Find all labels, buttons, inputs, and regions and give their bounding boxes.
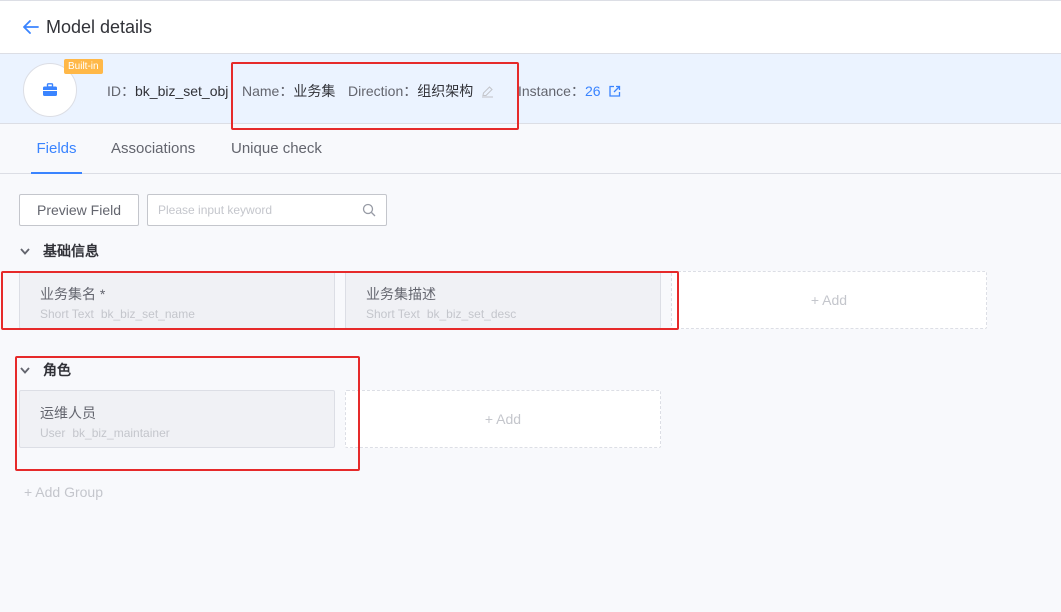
external-link-icon[interactable] xyxy=(608,85,621,101)
field-type: Short Text xyxy=(40,307,94,321)
id-value: bk_biz_set_obj xyxy=(135,83,229,99)
field-meta: Short Text bk_biz_set_name xyxy=(40,307,334,321)
tab-associations[interactable]: Associations xyxy=(111,124,195,174)
add-field-button[interactable]: + Add xyxy=(671,271,987,329)
tab-fields[interactable]: Fields xyxy=(31,124,82,174)
page-title: Model details xyxy=(46,16,153,37)
model-name-info: Name：业务集 xyxy=(242,81,335,101)
name-value: 业务集 xyxy=(293,83,336,99)
back-arrow-icon[interactable] xyxy=(22,18,40,36)
preview-field-button[interactable]: Preview Field xyxy=(19,194,139,226)
tab-unique-check[interactable]: Unique check xyxy=(231,124,322,174)
field-id: bk_biz_maintainer xyxy=(72,426,170,440)
field-name: 业务集描述 xyxy=(366,286,436,302)
instance-label: Instance： xyxy=(518,83,585,99)
group-title: 基础信息 xyxy=(43,243,99,259)
instance-count-link[interactable]: 26 xyxy=(585,83,601,99)
field-type: Short Text xyxy=(366,307,420,321)
chevron-down-icon xyxy=(20,247,32,255)
add-group-button[interactable]: + Add Group xyxy=(24,484,103,500)
built-in-badge: Built-in xyxy=(64,59,103,74)
model-id-info: ID：bk_biz_set_obj xyxy=(107,81,228,101)
edit-pencil-icon[interactable] xyxy=(481,85,494,101)
field-card-biz-set-name[interactable]: 业务集名 * Short Text bk_biz_set_name xyxy=(19,271,335,329)
model-direction-info: Direction：组织架构 xyxy=(348,81,494,101)
field-type: User xyxy=(40,426,66,440)
id-label: ID： xyxy=(107,83,135,99)
header-bar: Model details xyxy=(0,1,1061,53)
add-field-button[interactable]: + Add xyxy=(345,390,661,448)
model-instance-info: Instance：26 xyxy=(518,81,621,101)
group-header-role[interactable]: 角色 xyxy=(20,360,71,380)
direction-value: 组织架构 xyxy=(417,83,474,99)
field-id: bk_biz_set_name xyxy=(100,307,195,321)
direction-label: Direction： xyxy=(348,83,418,99)
field-meta: User bk_biz_maintainer xyxy=(40,426,334,440)
field-card-biz-maintainer[interactable]: 运维人员 User bk_biz_maintainer xyxy=(19,390,335,448)
field-name: 业务集名 * xyxy=(40,286,106,302)
search-icon[interactable] xyxy=(362,203,376,222)
group-header-basic-info[interactable]: 基础信息 xyxy=(20,241,99,261)
group-title: 角色 xyxy=(43,362,71,378)
search-box xyxy=(147,194,387,226)
field-meta: Short Text bk_biz_set_desc xyxy=(366,307,660,321)
chevron-down-icon xyxy=(20,366,32,374)
tab-bar: Fields Associations Unique check xyxy=(0,124,1061,174)
search-input[interactable] xyxy=(148,195,348,225)
field-id: bk_biz_set_desc xyxy=(426,307,517,321)
name-label: Name： xyxy=(242,83,294,99)
field-name: 运维人员 xyxy=(40,405,96,421)
model-info-bar: Built-in ID：bk_biz_set_obj Name：业务集 Dire… xyxy=(0,53,1061,124)
field-card-biz-set-desc[interactable]: 业务集描述 Short Text bk_biz_set_desc xyxy=(345,271,661,329)
